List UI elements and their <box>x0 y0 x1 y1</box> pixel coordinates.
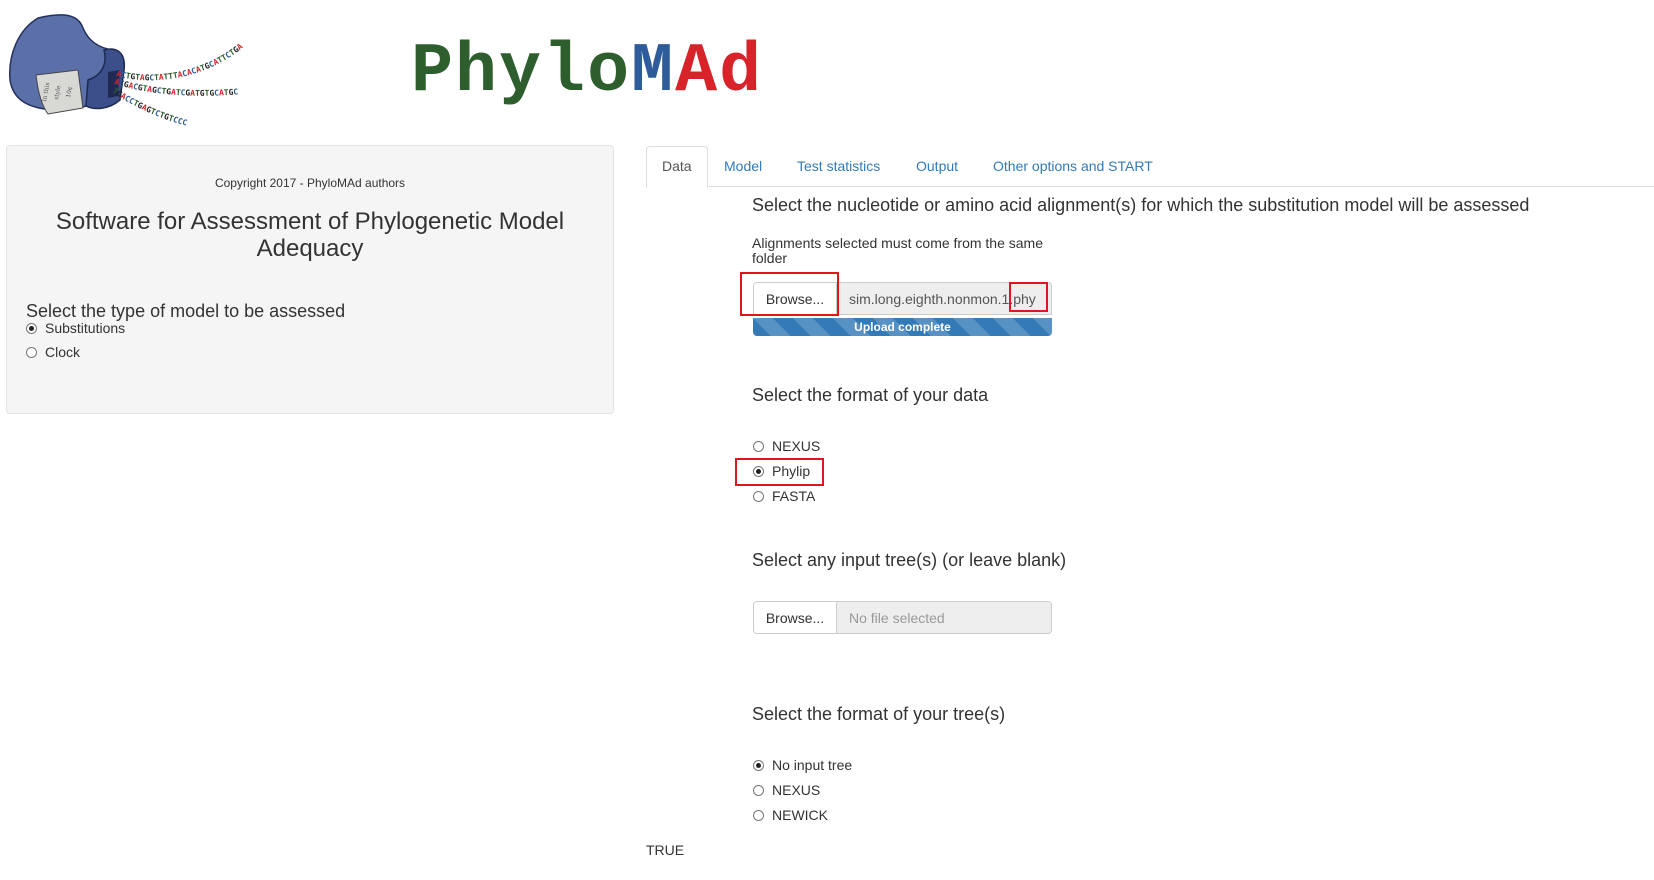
radio-data-phylip[interactable]: Phylip <box>753 463 810 479</box>
output-value-text: TRUE <box>646 842 685 858</box>
copyright-text: Copyright 2017 - PhyloMAd authors <box>214 176 406 190</box>
upload-progress-bar: Upload complete <box>753 318 1052 336</box>
radio-label: Phylip <box>772 463 811 479</box>
radio-tree-nexus[interactable]: NEXUS <box>753 782 820 798</box>
dna-sequencing-machine-icon: In this style 10¢ ACTGTAGCTATTTACACATGCA… <box>9 14 245 128</box>
radio-button-checked[interactable] <box>26 322 37 334</box>
logo-letter: P <box>411 33 456 112</box>
radio-label: FASTA <box>772 488 816 504</box>
tab-model[interactable]: Model <box>709 146 777 187</box>
app-logo-title: PhyloMAd <box>411 28 763 118</box>
tab-output[interactable]: Output <box>901 146 973 187</box>
svg-text:ACTGTAGCTATTTACACATGCATTCTGA: ACTGTAGCTATTTACACATGCATTCTGA <box>115 42 244 83</box>
tree-input-heading: Select any input tree(s) (or leave blank… <box>752 550 1067 570</box>
tree-file-name: No file selected <box>837 602 1051 633</box>
radio-button[interactable] <box>753 809 764 821</box>
radio-button-checked[interactable] <box>753 759 764 771</box>
radio-data-fasta[interactable]: FASTA <box>753 488 815 504</box>
radio-clock[interactable]: Clock <box>26 344 80 360</box>
alignment-file-name: sim.long.eighth.nonmon.1. phy <box>837 283 1051 314</box>
tree-format-heading: Select the format of your tree(s) <box>752 704 1006 724</box>
data-format-heading: Select the format of your data <box>752 385 989 405</box>
tab-other-options-and-start[interactable]: Other options and START <box>978 146 1168 187</box>
radio-button[interactable] <box>753 490 764 502</box>
radio-label: No input tree <box>772 757 853 773</box>
alignment-note: Alignments selected must come from the s… <box>752 235 1044 266</box>
tab-test-statistics[interactable]: Test statistics <box>782 146 895 187</box>
tree-file-input[interactable]: Browse... No file selected <box>753 601 1052 634</box>
app-subtitle: Software for Assessment of Phylogenetic … <box>55 208 565 262</box>
logo-letter: d <box>719 33 764 112</box>
logo-letter: o <box>587 33 632 112</box>
radio-label: NEWICK <box>772 807 828 823</box>
alignment-heading: Select the nucleotide or amino acid alig… <box>752 195 1530 215</box>
file-name-main: sim.long.eighth.nonmon.1 <box>849 290 1010 307</box>
radio-button[interactable] <box>753 784 764 796</box>
logo-art: In this style 10¢ ACTGTAGCTATTTACACATGCA… <box>8 10 300 134</box>
radio-button-checked[interactable] <box>753 465 764 477</box>
radio-label: Clock <box>45 344 81 360</box>
radio-label: NEXUS <box>772 782 821 798</box>
logo-letter: A <box>675 33 720 112</box>
tab-bar: Data Model Test statistics Output Other … <box>646 146 1654 188</box>
logo-letter: h <box>455 33 500 112</box>
tab-data[interactable]: Data <box>646 146 708 188</box>
file-name-ext: phy <box>1013 290 1036 307</box>
tree-browse-button[interactable]: Browse... <box>754 602 837 633</box>
radio-tree-none[interactable]: No input tree <box>753 757 852 773</box>
alignment-browse-button[interactable]: Browse... <box>754 283 837 314</box>
radio-button[interactable] <box>753 440 764 452</box>
logo-letter: l <box>543 33 588 112</box>
logo-letter: y <box>499 33 544 112</box>
sidebar-panel: Copyright 2017 - PhyloMAd authors Softwa… <box>6 145 614 414</box>
radio-button[interactable] <box>26 346 37 358</box>
model-type-label: Select the type of model to be assessed <box>26 301 346 321</box>
alignment-file-input[interactable]: Browse... sim.long.eighth.nonmon.1. phy <box>753 282 1052 315</box>
logo-letter: M <box>631 33 676 112</box>
radio-label: Substitutions <box>45 320 126 336</box>
dna-strand-1: ACTGTAGCTATTTACACATGCATTCTGA <box>115 42 244 83</box>
radio-tree-newick[interactable]: NEWICK <box>753 807 828 823</box>
radio-substitutions[interactable]: Substitutions <box>26 320 125 336</box>
radio-label: NEXUS <box>772 438 821 454</box>
radio-data-nexus[interactable]: NEXUS <box>753 438 820 454</box>
